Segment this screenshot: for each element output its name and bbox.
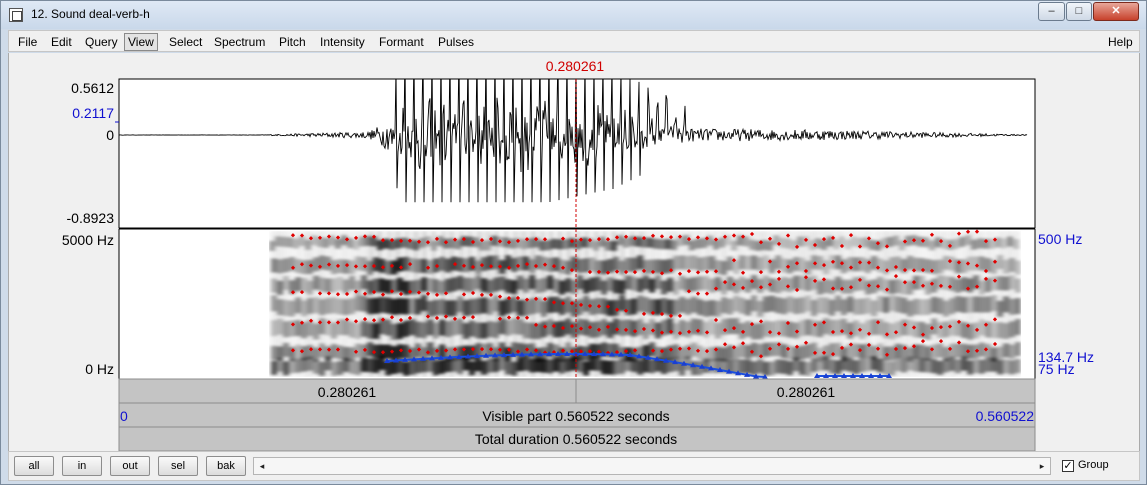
menu-view[interactable]: View: [124, 33, 158, 51]
close-button[interactable]: ✕: [1093, 2, 1139, 21]
visible-start-time: 0: [120, 408, 128, 424]
menu-spectrum[interactable]: Spectrum: [211, 33, 268, 51]
group-label: Group: [1078, 459, 1109, 471]
scroll-right-icon[interactable]: ▸: [1034, 458, 1050, 474]
waveform-min-label: -0.8923: [67, 210, 115, 226]
menu-pulses[interactable]: Pulses: [435, 33, 477, 51]
total-duration-label: Total duration 0.560522 seconds: [475, 431, 677, 447]
group-checkbox[interactable]: ✓: [1062, 460, 1074, 472]
waveform-zero-label: 0: [106, 127, 114, 143]
sound-view[interactable]: 0.280261 0.5612 0.2117 0 -0.8923 5000 Hz…: [9, 53, 1139, 451]
window-title: 12. Sound deal-verb-h: [31, 7, 150, 21]
menu-select[interactable]: Select: [166, 33, 205, 51]
segment-right-duration: 0.280261: [777, 384, 836, 400]
zoom-in-button[interactable]: in: [62, 456, 102, 476]
menu-bar: File Edit Query View Select Spectrum Pit…: [8, 30, 1140, 52]
spectrogram-bottom-frequency: 0 Hz: [85, 361, 114, 377]
menu-edit[interactable]: Edit: [48, 33, 75, 51]
zoom-selection-button[interactable]: sel: [158, 456, 198, 476]
pitch-floor-label: 75 Hz: [1038, 361, 1075, 377]
editor-area: 0.280261 0.5612 0.2117 0 -0.8923 5000 Hz…: [8, 53, 1140, 451]
title-bar: 12. Sound deal-verb-h – □ ✕: [1, 1, 1146, 29]
waveform-cursor-amplitude-label: 0.2117: [72, 105, 114, 121]
window-app-icon: [9, 8, 23, 22]
menu-query[interactable]: Query: [82, 33, 121, 51]
zoom-out-button[interactable]: out: [110, 456, 150, 476]
visible-end-time: 0.560522: [976, 408, 1035, 424]
praat-sound-window: 12. Sound deal-verb-h – □ ✕ File Edit Qu…: [0, 0, 1147, 485]
menu-help[interactable]: Help: [1105, 33, 1136, 51]
time-scrollbar[interactable]: ◂ ▸: [253, 457, 1051, 475]
menu-file[interactable]: File: [15, 33, 40, 51]
cursor-time-label: 0.280261: [546, 58, 605, 74]
bottom-toolbar: all in out sel bak ◂ ▸ ✓ Group: [8, 451, 1140, 481]
menu-intensity[interactable]: Intensity: [317, 33, 368, 51]
menu-formant[interactable]: Formant: [376, 33, 427, 51]
segment-left-duration: 0.280261: [318, 384, 377, 400]
menu-pitch[interactable]: Pitch: [276, 33, 309, 51]
scroll-left-icon[interactable]: ◂: [254, 458, 270, 474]
spectrogram-top-frequency: 5000 Hz: [62, 232, 114, 248]
visible-part-label: Visible part 0.560522 seconds: [482, 408, 669, 424]
minimize-button[interactable]: –: [1038, 2, 1065, 21]
waveform-max-label: 0.5612: [71, 80, 114, 96]
maximize-button[interactable]: □: [1066, 2, 1092, 21]
zoom-back-button[interactable]: bak: [206, 456, 246, 476]
pitch-ceiling-label: 500 Hz: [1038, 231, 1082, 247]
zoom-all-button[interactable]: all: [14, 456, 54, 476]
